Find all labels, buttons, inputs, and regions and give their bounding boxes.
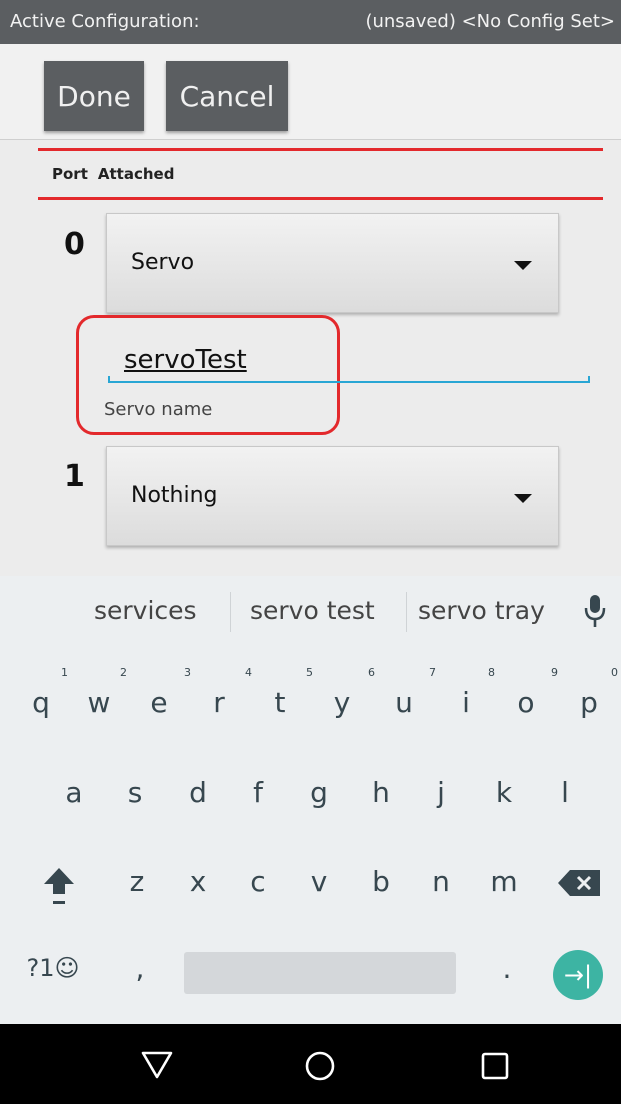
key-w[interactable]: w [79, 686, 119, 719]
key-p[interactable]: p [569, 686, 609, 719]
servo-name-input[interactable]: servoTest [124, 345, 247, 375]
period-key[interactable]: . [487, 952, 527, 985]
key-s[interactable]: s [115, 776, 155, 809]
hint-1: 1 [61, 666, 68, 679]
hint-5: 5 [306, 666, 313, 679]
backspace-icon[interactable] [556, 868, 602, 898]
key-x[interactable]: x [178, 865, 218, 898]
done-button[interactable]: Done [44, 61, 144, 131]
enter-key[interactable]: →| [553, 950, 603, 1000]
hint-7: 7 [429, 666, 436, 679]
hint-2: 2 [120, 666, 127, 679]
suggestion-2[interactable]: servo test [250, 596, 375, 625]
column-header: Port Attached [52, 165, 174, 183]
key-j[interactable]: j [421, 776, 461, 809]
hint-3: 3 [184, 666, 191, 679]
key-g[interactable]: g [299, 776, 339, 809]
port-list: Port Attached 0 Servo servoTest Servo nam… [0, 141, 621, 576]
key-h[interactable]: h [361, 776, 401, 809]
spacebar[interactable] [184, 952, 456, 994]
next-icon: →| [563, 961, 593, 989]
suggestion-divider [230, 592, 231, 632]
attached-column-header: Attached [97, 165, 175, 183]
key-f[interactable]: f [238, 776, 278, 809]
key-v[interactable]: v [299, 865, 339, 898]
key-a[interactable]: a [54, 776, 94, 809]
keyboard: q w e r t y u i o p 1 2 3 4 5 6 7 8 9 0 … [0, 646, 621, 1024]
device-value-1: Nothing [131, 483, 218, 508]
divider-top [38, 148, 603, 151]
suggestion-3[interactable]: servo tray [418, 596, 545, 625]
nav-back-icon[interactable] [140, 1050, 174, 1080]
key-n[interactable]: n [421, 865, 461, 898]
key-q[interactable]: q [21, 686, 61, 719]
key-b[interactable]: b [361, 865, 401, 898]
divider-bottom [38, 197, 603, 200]
nav-recents-icon[interactable] [480, 1051, 510, 1081]
device-value-0: Servo [131, 250, 195, 275]
device-dropdown-1[interactable]: Nothing [106, 446, 559, 546]
hint-0: 0 [611, 666, 618, 679]
symbols-key[interactable]: ?1☺ [8, 954, 98, 982]
key-i[interactable]: i [446, 686, 486, 719]
port-number-0: 0 [64, 227, 85, 262]
device-dropdown-0[interactable]: Servo [106, 213, 559, 313]
mic-icon[interactable] [584, 593, 606, 629]
key-t[interactable]: t [260, 686, 300, 719]
key-c[interactable]: c [238, 865, 278, 898]
status-bar: Active Configuration: (unsaved) <No Conf… [0, 0, 621, 44]
port-number-1: 1 [64, 459, 85, 494]
shift-icon[interactable] [40, 864, 78, 908]
suggestion-1[interactable]: services [94, 596, 197, 625]
suggestion-divider [406, 592, 407, 632]
key-r[interactable]: r [199, 686, 239, 719]
dropdown-arrow-icon [514, 494, 532, 503]
configuration-status: (unsaved) <No Config Set> [365, 11, 615, 32]
suggestion-strip: services servo test servo tray [0, 576, 621, 646]
key-m[interactable]: m [484, 865, 524, 898]
key-k[interactable]: k [484, 776, 524, 809]
key-e[interactable]: e [139, 686, 179, 719]
key-d[interactable]: d [178, 776, 218, 809]
comma-key[interactable]: , [120, 952, 160, 985]
servo-name-underline [108, 376, 590, 383]
servo-name-label: Servo name [104, 399, 213, 420]
hint-8: 8 [488, 666, 495, 679]
active-configuration-label: Active Configuration: [10, 11, 200, 32]
navigation-bar [0, 1024, 621, 1104]
toolbar: Done Cancel [0, 44, 621, 140]
key-l[interactable]: l [545, 776, 585, 809]
key-z[interactable]: z [117, 865, 157, 898]
cancel-button[interactable]: Cancel [166, 61, 288, 131]
hint-4: 4 [245, 666, 252, 679]
key-y[interactable]: y [322, 686, 362, 719]
key-u[interactable]: u [384, 686, 424, 719]
dropdown-arrow-icon [514, 261, 532, 270]
port-column-header: Port [52, 165, 88, 183]
key-o[interactable]: o [506, 686, 546, 719]
nav-home-icon[interactable] [304, 1050, 336, 1082]
hint-6: 6 [368, 666, 375, 679]
hint-9: 9 [551, 666, 558, 679]
